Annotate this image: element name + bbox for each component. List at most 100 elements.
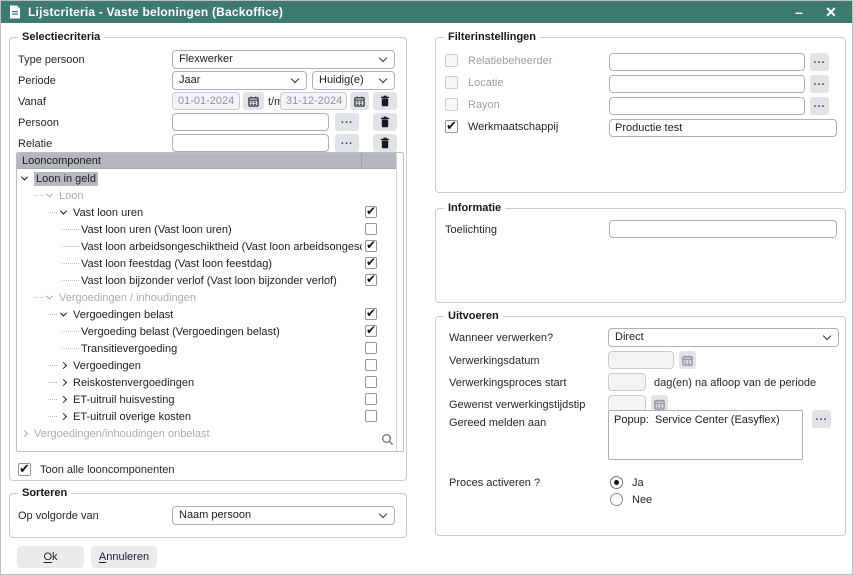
tree-row[interactable]: Loon	[17, 187, 398, 204]
tree-row[interactable]: Reiskostenvergoedingen	[17, 374, 398, 391]
toelichting-label: Toelichting	[445, 224, 497, 236]
close-button[interactable]: ✕	[818, 1, 844, 23]
verwerkingsdatum-calendar-button[interactable]	[679, 351, 696, 369]
relatie-input[interactable]	[172, 134, 329, 152]
tree-row-checkbox[interactable]	[365, 308, 377, 320]
chevron-down-icon[interactable]	[60, 208, 67, 215]
trash-icon	[380, 95, 390, 107]
tree-row[interactable]: Vergoedingen / inhoudingen	[17, 289, 398, 306]
wanneer-verwerken-select[interactable]: Direct	[608, 328, 839, 347]
minimize-button[interactable]: –	[786, 1, 812, 23]
tree-row[interactable]: Vergoedingen belast	[17, 306, 398, 323]
tree-row-checkbox[interactable]	[365, 359, 377, 371]
locatie-input[interactable]	[609, 75, 805, 93]
chevron-down-icon	[291, 75, 299, 83]
tree-row[interactable]: Vergoeding belast (Vergoedingen belast)	[17, 323, 398, 340]
informatie-legend: Informatie	[444, 202, 505, 214]
vanaf-clear-button[interactable]	[373, 92, 397, 110]
tree-row[interactable]: Vast loon feestdag (Vast loon feestdag)	[17, 255, 398, 272]
tree-row-label: ET-uitruil overige kosten	[73, 411, 191, 423]
ok-button[interactable]: Ok	[17, 546, 84, 568]
tree-row[interactable]: Vergoedingen	[17, 357, 398, 374]
tree-row-checkbox[interactable]	[365, 393, 377, 405]
chevron-right-icon[interactable]	[21, 430, 28, 437]
gereed-melden-label: Gereed melden aan	[449, 417, 546, 429]
tree-row[interactable]: ET-uitruil huisvesting	[17, 391, 398, 408]
verwerkingsdatum-input[interactable]	[608, 351, 674, 369]
tree-row-checkbox[interactable]	[365, 274, 377, 286]
calendar-icon	[682, 355, 693, 366]
werkmaatschappij-input[interactable]: Productie test	[609, 119, 837, 137]
rayon-input[interactable]	[609, 97, 805, 115]
vanaf-from-calendar-button[interactable]	[243, 92, 264, 110]
tree-row[interactable]: Vast loon bijzonder verlof (Vast loon bi…	[17, 272, 398, 289]
chevron-down-icon[interactable]	[46, 191, 53, 198]
search-icon	[381, 433, 394, 446]
periode-select[interactable]: Jaar	[172, 71, 307, 90]
toon-alle-checkbox[interactable]	[18, 463, 31, 476]
tree-row[interactable]: Loon in geld	[17, 170, 398, 187]
tree-row-checkbox[interactable]	[365, 223, 377, 235]
toelichting-input[interactable]	[609, 220, 837, 238]
chevron-down-icon[interactable]	[60, 310, 67, 317]
chevron-right-icon[interactable]	[60, 396, 67, 403]
tree-row-checkbox[interactable]	[365, 376, 377, 388]
chevron-right-icon[interactable]	[60, 413, 67, 420]
chevron-right-icon[interactable]	[60, 379, 67, 386]
periode-label: Periode	[18, 75, 56, 87]
type-persoon-select[interactable]: Flexwerker	[172, 50, 395, 69]
relatiebeheerder-more-button[interactable]: ...	[810, 53, 829, 71]
chevron-right-icon[interactable]	[60, 362, 67, 369]
looncomponent-column-header[interactable]: Looncomponent	[17, 153, 398, 169]
tree-row[interactable]: Vast loon uren (Vast loon uren)	[17, 221, 398, 238]
gereed-melden-textarea[interactable]: Popup: Service Center (Easyflex)	[608, 410, 803, 460]
annuleren-button[interactable]: Annuleren	[91, 546, 157, 568]
tree-row-checkbox[interactable]	[365, 325, 377, 337]
proces-activeren-ja-radio[interactable]	[610, 476, 623, 489]
document-icon	[9, 5, 21, 19]
rayon-checkbox[interactable]	[445, 98, 458, 111]
tree-connector-line	[62, 263, 79, 264]
chevron-down-icon[interactable]	[46, 293, 53, 300]
periode-relative-value: Huidig(e)	[319, 74, 364, 86]
verwerkingsproces-start-input[interactable]	[608, 373, 646, 391]
gereed-melden-more-button[interactable]: ...	[812, 410, 831, 428]
rayon-more-button[interactable]: ...	[810, 97, 829, 115]
werkmaatschappij-checkbox[interactable]	[445, 120, 458, 133]
tree-row[interactable]: Vast loon uren	[17, 204, 398, 221]
relatiebeheerder-input[interactable]	[609, 53, 805, 71]
persoon-input[interactable]	[172, 113, 329, 131]
tree-search-button[interactable]	[381, 433, 394, 449]
vanaf-to-input[interactable]: 31-12-2024	[280, 92, 347, 110]
calendar-icon	[248, 96, 259, 107]
relatie-more-button[interactable]: ...	[335, 134, 359, 152]
trash-icon	[380, 116, 390, 128]
locatie-more-button[interactable]: ...	[810, 75, 829, 93]
tree-row[interactable]: Vast loon arbeidsongeschiktheid (Vast lo…	[17, 238, 398, 255]
ellipsis-icon: ...	[813, 54, 825, 66]
persoon-more-button[interactable]: ...	[335, 113, 359, 131]
tree-row-checkbox[interactable]	[365, 342, 377, 354]
proces-activeren-nee-radio[interactable]	[610, 493, 623, 506]
chevron-down-icon[interactable]	[21, 174, 28, 181]
tree-row-checkbox[interactable]	[365, 410, 377, 422]
relatie-clear-button[interactable]	[373, 134, 397, 152]
periode-relative-select[interactable]: Huidig(e)	[312, 71, 395, 90]
tree-row-label: Vast loon feestdag (Vast loon feestdag)	[81, 258, 272, 270]
chevron-down-icon	[823, 332, 831, 340]
tree-row-checkbox[interactable]	[365, 240, 377, 252]
tree-row-checkbox[interactable]	[365, 257, 377, 269]
tree-connector-line	[48, 365, 57, 366]
vanaf-from-input[interactable]: 01-01-2024	[172, 92, 240, 110]
volgorde-select[interactable]: Naam persoon	[172, 506, 395, 525]
tree-connector-line	[34, 297, 43, 298]
tree-row-checkbox[interactable]	[365, 206, 377, 218]
tree-row[interactable]: ET-uitruil overige kosten	[17, 408, 398, 425]
relatiebeheerder-checkbox[interactable]	[445, 54, 458, 67]
persoon-clear-button[interactable]	[373, 113, 397, 131]
dialog-window: Lijstcriteria - Vaste beloningen (Backof…	[0, 0, 853, 575]
tree-row[interactable]: Vergoedingen/inhoudingen onbelast	[17, 425, 398, 442]
locatie-checkbox[interactable]	[445, 76, 458, 89]
vanaf-to-calendar-button[interactable]	[350, 92, 369, 110]
tree-row[interactable]: Transitievergoeding	[17, 340, 398, 357]
